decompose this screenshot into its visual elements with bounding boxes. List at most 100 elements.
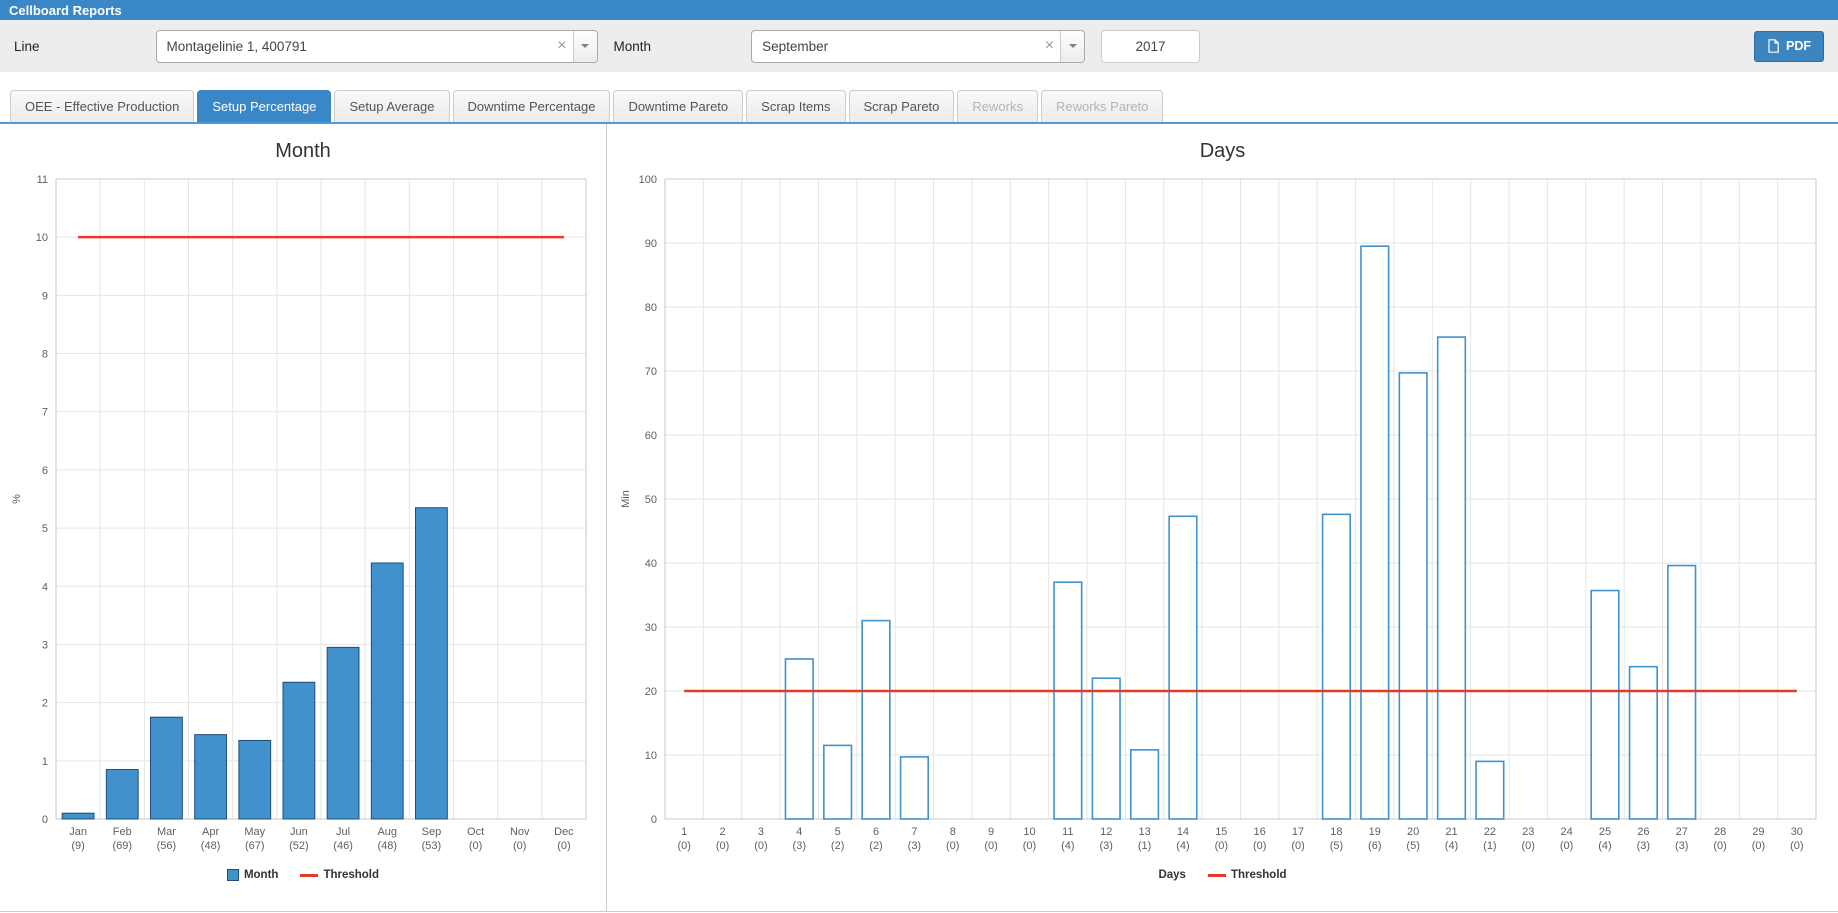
tab-setup-average[interactable]: Setup Average [334, 90, 449, 122]
days-chart-svg: 01020304050607080901001(0)2(0)3(0)4(3)5(… [615, 165, 1830, 865]
tab-reworks: Reworks [957, 90, 1038, 122]
month-select-value: September [762, 39, 1028, 54]
svg-text:14: 14 [1177, 826, 1189, 838]
pdf-file-icon [1767, 39, 1780, 53]
month-chart-svg: 01234567891011Jan(9)Feb(69)Mar(56)Apr(48… [6, 165, 600, 865]
svg-text:29: 29 [1752, 826, 1764, 838]
svg-text:Jan: Jan [69, 826, 87, 838]
line-select[interactable]: Montagelinie 1, 400791 × [156, 30, 598, 63]
svg-text:50: 50 [645, 494, 657, 506]
svg-text:(67): (67) [245, 840, 265, 852]
svg-text:0: 0 [651, 814, 657, 826]
days-bar-5 [824, 745, 852, 819]
month-chart-title: Month [6, 140, 600, 163]
svg-text:5: 5 [42, 523, 48, 535]
svg-text:(52): (52) [289, 840, 309, 852]
svg-text:Oct: Oct [467, 826, 484, 838]
days-legend-threshold[interactable]: Threshold [1208, 869, 1287, 881]
days-bar-18 [1323, 514, 1351, 819]
svg-text:(3): (3) [793, 840, 806, 852]
line-clear-icon[interactable]: × [557, 31, 566, 62]
tab-bar: OEE - Effective ProductionSetup Percenta… [0, 90, 1838, 124]
line-dropdown-arrow-icon[interactable] [573, 31, 597, 62]
tab-scrap-pareto[interactable]: Scrap Pareto [849, 90, 955, 122]
tab-downtime-percentage[interactable]: Downtime Percentage [453, 90, 611, 122]
svg-text:(2): (2) [869, 840, 882, 852]
days-chart-legend: Days Threshold [615, 869, 1830, 881]
svg-text:8: 8 [950, 826, 956, 838]
month-legend-threshold[interactable]: Threshold [300, 869, 379, 881]
svg-text:15: 15 [1215, 826, 1227, 838]
report-content: Month 01234567891011Jan(9)Feb(69)Mar(56)… [0, 124, 1838, 912]
svg-text:60: 60 [645, 430, 657, 442]
pdf-button[interactable]: PDF [1754, 31, 1824, 62]
tab-scrap-items[interactable]: Scrap Items [746, 90, 845, 122]
month-label: Month [614, 39, 652, 54]
svg-text:1: 1 [42, 756, 48, 768]
days-bar-14 [1169, 516, 1197, 819]
svg-text:13: 13 [1138, 826, 1150, 838]
svg-text:12: 12 [1100, 826, 1112, 838]
svg-text:4: 4 [796, 826, 802, 838]
month-chart-legend: Month Threshold [6, 869, 600, 881]
svg-text:Min: Min [620, 490, 632, 508]
svg-text:10: 10 [1023, 826, 1035, 838]
bar-swatch-icon [227, 869, 239, 881]
month-dropdown-arrow-icon[interactable] [1060, 31, 1084, 62]
svg-text:0: 0 [42, 814, 48, 826]
svg-text:2: 2 [42, 698, 48, 710]
month-bar-sep [416, 508, 448, 819]
svg-text:30: 30 [645, 622, 657, 634]
days-bar-12 [1092, 678, 1120, 819]
svg-text:(1): (1) [1138, 840, 1151, 852]
svg-text:(0): (0) [1023, 840, 1036, 852]
svg-text:40: 40 [645, 558, 657, 570]
pdf-button-label: PDF [1786, 39, 1811, 53]
tab-setup-percentage[interactable]: Setup Percentage [197, 90, 331, 122]
svg-text:19: 19 [1369, 826, 1381, 838]
svg-text:(0): (0) [1752, 840, 1765, 852]
year-input[interactable] [1101, 30, 1200, 63]
svg-text:(0): (0) [469, 840, 482, 852]
month-bar-jul [327, 647, 359, 819]
svg-text:(56): (56) [157, 840, 177, 852]
month-legend-month[interactable]: Month [227, 869, 278, 881]
threshold-line-icon [1208, 874, 1226, 877]
svg-text:7: 7 [911, 826, 917, 838]
svg-text:Dec: Dec [554, 826, 574, 838]
svg-text:Apr: Apr [202, 826, 219, 838]
days-legend-days[interactable]: Days [1158, 869, 1186, 881]
days-chart-title: Days [615, 140, 1830, 163]
svg-text:(3): (3) [1637, 840, 1650, 852]
svg-text:21: 21 [1445, 826, 1457, 838]
tab-oee-effective-production[interactable]: OEE - Effective Production [10, 90, 194, 122]
tab-downtime-pareto[interactable]: Downtime Pareto [613, 90, 743, 122]
svg-text:(5): (5) [1406, 840, 1419, 852]
threshold-line-icon [300, 874, 318, 877]
svg-text:10: 10 [645, 750, 657, 762]
svg-text:(0): (0) [1713, 840, 1726, 852]
days-bar-11 [1054, 582, 1082, 819]
tab-reworks-pareto: Reworks Pareto [1041, 90, 1163, 122]
svg-text:(0): (0) [1253, 840, 1266, 852]
month-select[interactable]: September × [751, 30, 1085, 63]
month-chart-panel: Month 01234567891011Jan(9)Feb(69)Mar(56)… [0, 124, 607, 911]
svg-text:(0): (0) [754, 840, 767, 852]
svg-text:(48): (48) [377, 840, 397, 852]
svg-text:Mar: Mar [157, 826, 176, 838]
svg-text:90: 90 [645, 238, 657, 250]
svg-text:4: 4 [42, 581, 48, 593]
svg-text:Sep: Sep [422, 826, 442, 838]
month-clear-icon[interactable]: × [1045, 31, 1054, 62]
svg-text:Jul: Jul [336, 826, 350, 838]
svg-text:(0): (0) [1560, 840, 1573, 852]
svg-text:%: % [11, 494, 23, 504]
month-bar-jan [62, 813, 94, 819]
svg-text:11: 11 [1062, 826, 1073, 838]
svg-text:10: 10 [36, 232, 48, 244]
days-bar-26 [1630, 667, 1658, 819]
svg-text:Nov: Nov [510, 826, 530, 838]
svg-text:22: 22 [1484, 826, 1496, 838]
days-bar-13 [1131, 750, 1159, 819]
svg-text:9: 9 [988, 826, 994, 838]
